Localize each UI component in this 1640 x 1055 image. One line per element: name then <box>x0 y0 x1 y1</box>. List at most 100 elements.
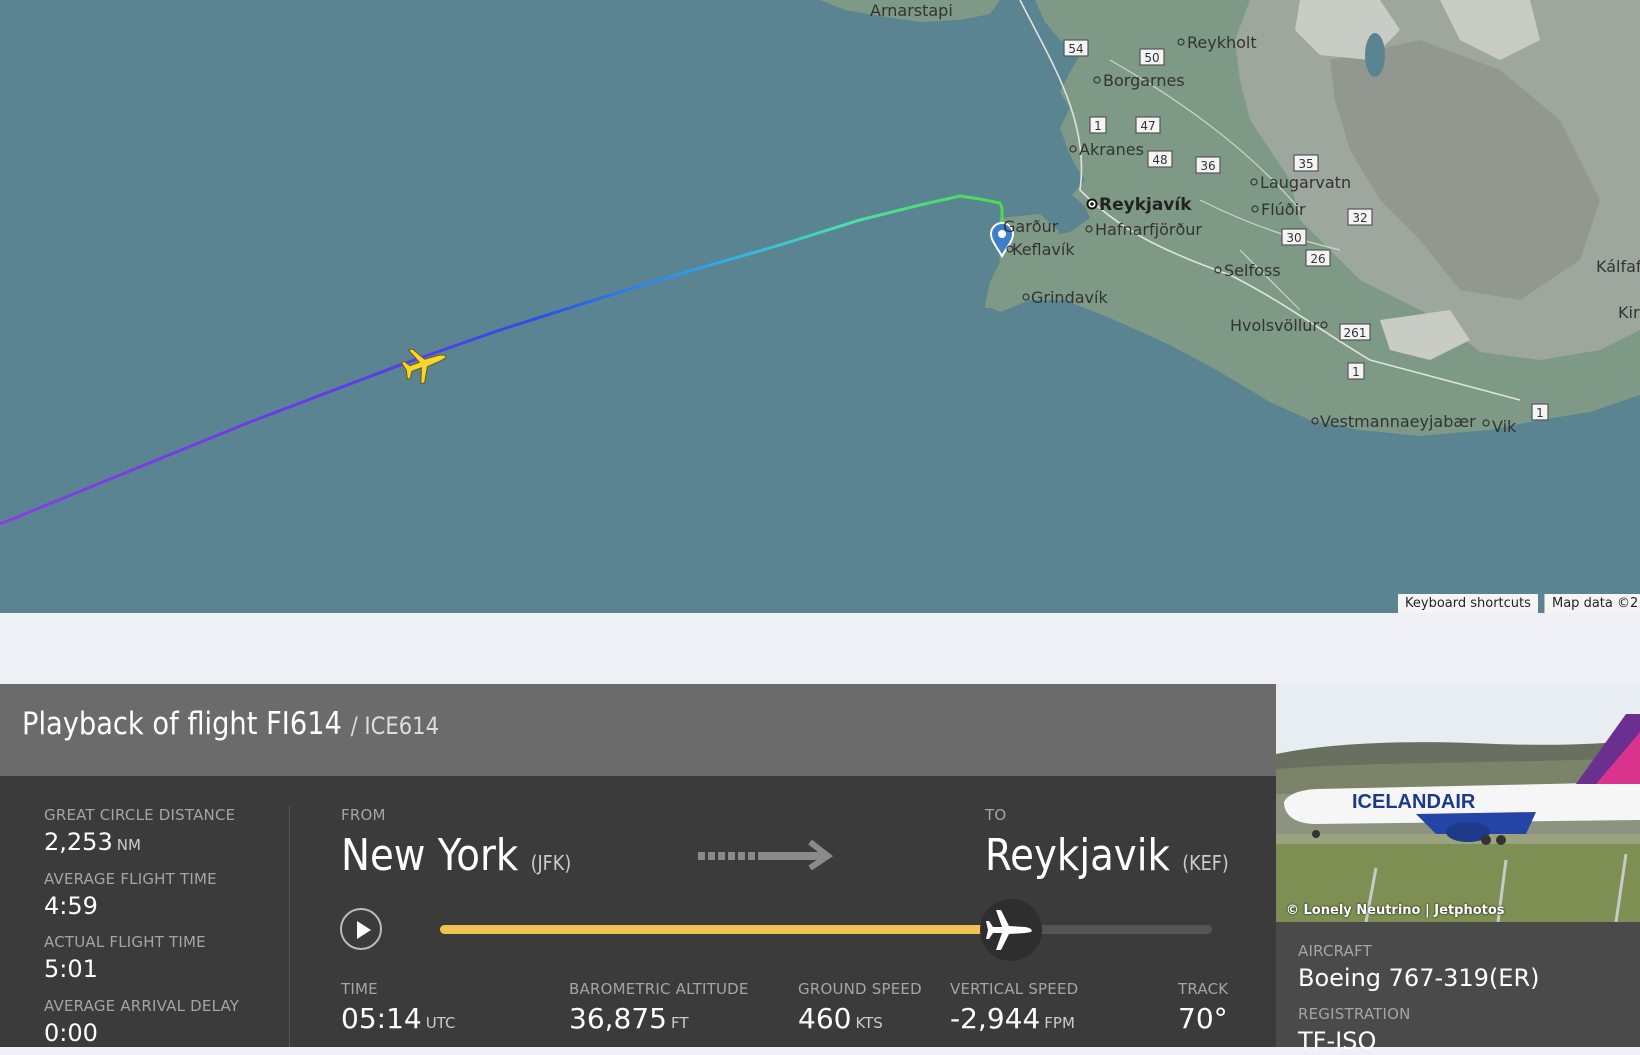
time-value: 05:14 UTC <box>341 1002 456 1035</box>
svg-text:1: 1 <box>1352 365 1360 379</box>
place-hvolsvollur: Hvolsvöllur <box>1230 316 1319 335</box>
vertical-speed-value: -2,944 FPM <box>950 1002 1075 1035</box>
place-selfoss: Selfoss <box>1224 261 1281 280</box>
svg-text:47: 47 <box>1140 119 1155 133</box>
place-arnarstapi: Arnarstapi <box>870 1 953 20</box>
ground-speed-value: 460 KTS <box>798 1002 883 1035</box>
actual-flight-time-stat: ACTUAL FLIGHT TIME 5:01 <box>44 933 206 983</box>
flight-track <box>0 194 1004 526</box>
road-shield: 35 <box>1293 154 1319 172</box>
map-data-attribution[interactable]: Map data ©2 <box>1544 594 1640 613</box>
svg-text:54: 54 <box>1068 42 1083 56</box>
vertical-speed-stat: VERTICAL SPEED -2,944 FPM <box>950 980 1078 1035</box>
route-arrow-icon <box>698 840 834 870</box>
registration-value: TF-ISO <box>1298 1027 1377 1055</box>
actual-flight-time-label: ACTUAL FLIGHT TIME <box>44 933 206 951</box>
origin-code: (JFK) <box>530 851 572 875</box>
avg-flight-time-stat: AVERAGE FLIGHT TIME 4:59 <box>44 870 217 920</box>
flight-title: Playback of flight FI614 <box>22 706 342 742</box>
registration-label: REGISTRATION <box>1298 1005 1411 1023</box>
place-reykholt: Reykholt <box>1187 33 1257 52</box>
aircraft-value: Boeing 767-319(ER) <box>1298 964 1540 992</box>
road-shield: 30 <box>1281 228 1307 246</box>
play-button[interactable] <box>340 908 382 950</box>
time-unit: UTC <box>425 1014 456 1032</box>
time-label: TIME <box>341 980 378 998</box>
place-hafnarfjordur: Hafnarfjörður <box>1095 220 1202 239</box>
svg-text:50: 50 <box>1144 51 1159 65</box>
svg-text:26: 26 <box>1310 252 1325 266</box>
aircraft-label: AIRCRAFT <box>1298 942 1373 960</box>
place-vik: Vik <box>1492 417 1517 436</box>
ground-speed-unit: KTS <box>855 1014 883 1032</box>
actual-flight-time-value: 5:01 <box>44 955 98 983</box>
avg-flight-time-label: AVERAGE FLIGHT TIME <box>44 870 217 888</box>
panel-divider <box>289 806 290 1047</box>
playback-slider[interactable] <box>440 899 1212 961</box>
origin-city: New York (JFK) <box>341 830 572 881</box>
aircraft-position-icon[interactable] <box>398 339 451 388</box>
play-icon <box>357 921 371 939</box>
road-shield: 36 <box>1195 156 1221 174</box>
gc-distance-unit: NM <box>116 836 141 854</box>
svg-text:30: 30 <box>1286 231 1301 245</box>
track-label: TRACK <box>1178 980 1229 998</box>
road-shield: 1 <box>1531 403 1549 421</box>
place-keflavik: Keflavík <box>1012 240 1075 259</box>
road-shield: 54 <box>1063 39 1089 57</box>
gc-distance-stat: GREAT CIRCLE DISTANCE 2,253 NM <box>44 806 235 856</box>
vertical-speed-unit: FPM <box>1044 1014 1075 1032</box>
aircraft-photo-image: ICELANDAIR <box>1276 684 1640 922</box>
place-vestmannaeyjabaer: Vestmannaeyjabær <box>1320 412 1476 431</box>
map-canvas: Arnarstapi Reykholt Borgarnes Akranes La… <box>0 0 1640 526</box>
road-shield: 48 <box>1147 150 1173 168</box>
aircraft-type-stat: AIRCRAFT Boeing 767-319(ER) <box>1298 942 1540 992</box>
svg-text:261: 261 <box>1344 326 1367 340</box>
avg-arrival-delay-value: 0:00 <box>44 1019 98 1047</box>
svg-text:32: 32 <box>1352 211 1367 225</box>
to-label: TO <box>985 806 1007 824</box>
flight-info-panel: GREAT CIRCLE DISTANCE 2,253 NM AVERAGE FL… <box>0 776 1276 1047</box>
photo-credit[interactable]: © Lonely Neutrino | Jetphotos <box>1286 903 1505 918</box>
track-value: 70° <box>1178 1002 1228 1035</box>
destination-block: TO Reykjavik (KEF) <box>985 806 1262 881</box>
svg-text:35: 35 <box>1298 157 1313 171</box>
track-stat: TRACK 70° <box>1178 980 1228 1035</box>
origin-block: FROM New York (JFK) <box>341 806 603 881</box>
from-label: FROM <box>341 806 386 824</box>
road-shield: 50 <box>1139 48 1165 66</box>
place-akranes: Akranes <box>1079 140 1144 159</box>
gc-distance-label: GREAT CIRCLE DISTANCE <box>44 806 236 824</box>
svg-text:1: 1 <box>1536 406 1544 420</box>
destination-code: (KEF) <box>1182 851 1229 875</box>
avg-flight-time-value: 4:59 <box>44 892 98 920</box>
ground-speed-label: GROUND SPEED <box>798 980 922 998</box>
playback-progress-fill <box>440 925 1012 934</box>
altitude-unit: FT <box>670 1014 689 1032</box>
avg-arrival-delay-stat: AVERAGE ARRIVAL DELAY 0:00 <box>44 997 239 1047</box>
livery-text: ICELANDAIR <box>1352 791 1476 813</box>
road-shield: 1 <box>1347 362 1365 380</box>
place-grindavik: Grindavík <box>1031 288 1108 307</box>
place-kirkjubaejar: Kir <box>1618 303 1640 322</box>
flight-map[interactable]: Arnarstapi Reykholt Borgarnes Akranes La… <box>0 0 1640 613</box>
altitude-label: BAROMETRIC ALTITUDE <box>569 980 749 998</box>
keyboard-shortcuts-button[interactable]: Keyboard shortcuts <box>1398 594 1538 613</box>
aircraft-photo[interactable]: ICELANDAIR © Lonely Neutrino | Jetphotos <box>1276 684 1640 922</box>
road-shield: 32 <box>1347 208 1373 226</box>
road-shield: 261 <box>1339 323 1371 341</box>
place-fludir: Flúðir <box>1261 200 1306 219</box>
time-stat: TIME 05:14 UTC <box>341 980 455 1035</box>
destination-city: Reykjavik (KEF) <box>985 830 1229 881</box>
place-laugarvatn: Laugarvatn <box>1260 173 1351 192</box>
vertical-speed-label: VERTICAL SPEED <box>950 980 1079 998</box>
place-borgarnes: Borgarnes <box>1103 71 1185 90</box>
ground-speed-stat: GROUND SPEED 460 KTS <box>798 980 922 1035</box>
place-gardur: Garður <box>1003 217 1059 236</box>
registration-stat: REGISTRATION TF-ISO <box>1298 1005 1411 1055</box>
playback-slider-handle[interactable] <box>980 899 1043 961</box>
road-shield: 26 <box>1305 249 1331 267</box>
gc-distance-value: 2,253 NM <box>44 828 141 856</box>
callsign-subtitle: / ICE614 <box>350 712 440 740</box>
svg-text:48: 48 <box>1152 153 1167 167</box>
